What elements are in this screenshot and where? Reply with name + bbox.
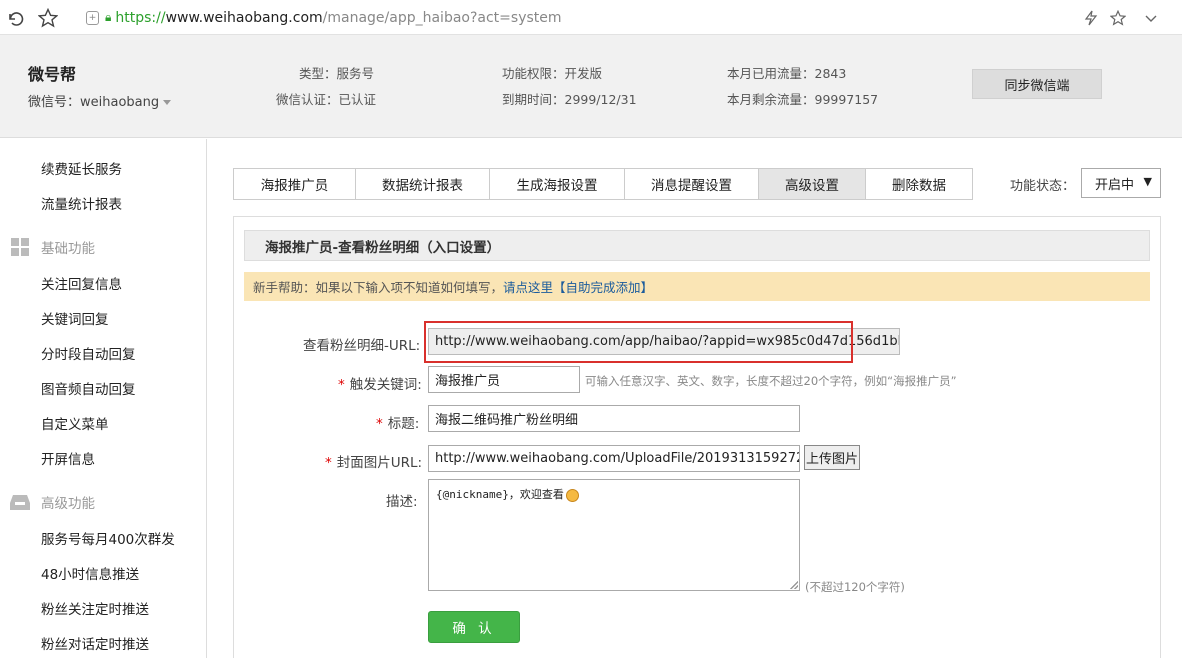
resize-handle-icon[interactable] <box>790 581 798 589</box>
sidebar-group-advanced: 高级功能 <box>10 492 95 512</box>
account-header: 微号帮 微信号：weihaobang 类型：服务号 微信认证：已认证 功能权限：… <box>0 35 1182 138</box>
tab-advanced-settings[interactable]: 高级设置 <box>759 169 866 199</box>
highlight-box <box>424 321 853 363</box>
sidebar-item-chat-push[interactable]: 粉丝对话定时推送 <box>41 633 149 653</box>
sidebar-item-mass-send[interactable]: 服务号每月400次群发 <box>41 528 175 548</box>
description-textarea[interactable]: {@nickname}，欢迎查看 <box>428 479 800 591</box>
cover-label: * 封面图片URL: <box>325 455 423 471</box>
tab-bar: 海报推广员 数据统计报表 生成海报设置 消息提醒设置 高级设置 删除数据 <box>233 168 973 200</box>
status-select[interactable]: 开启中 ▼ <box>1081 168 1161 198</box>
sidebar-item-traffic-report[interactable]: 流量统计报表 <box>41 193 122 213</box>
tab-statistics[interactable]: 数据统计报表 <box>356 169 490 199</box>
sidebar-item-48h-push[interactable]: 48小时信息推送 <box>41 563 139 583</box>
url-scheme: https:// <box>115 9 166 26</box>
account-name: 微号帮 <box>28 65 77 84</box>
sidebar-item-follow-reply[interactable]: 关注回复信息 <box>41 273 122 293</box>
sidebar-item-splash[interactable]: 开屏信息 <box>41 448 95 468</box>
star-icon[interactable] <box>37 7 59 29</box>
account-type: 类型：服务号 <box>299 66 375 81</box>
lock-icon: 🔒︎ <box>105 10 112 24</box>
cover-url-input[interactable]: http://www.weihaobang.com/UploadFile/201… <box>428 445 800 472</box>
dropdown-arrow-icon: ▼ <box>1143 175 1152 188</box>
wechat-id: 微信号：weihaobang <box>28 95 160 110</box>
url-path: /manage/app_haibao?act=system <box>322 9 562 26</box>
url-label: 查看粉丝明细-URL: <box>303 338 421 354</box>
keyword-input[interactable]: 海报推广员 <box>428 366 580 393</box>
sidebar-item-media-reply[interactable]: 图音频自动回复 <box>41 378 136 398</box>
back-icon[interactable] <box>4 7 26 29</box>
desc-label: 描述: <box>386 494 418 510</box>
address-bar[interactable]: + 🔒︎ https://www.weihaobang.com/manage/a… <box>86 0 562 35</box>
title-label: * 标题: <box>376 416 420 432</box>
keyword-hint: 可输入任意汉字、英文、数字，长度不超过20个字符，例如“海报推广员” <box>585 374 957 388</box>
status-label: 功能状态： <box>1010 179 1076 194</box>
sidebar-group-label: 高级功能 <box>41 496 95 512</box>
url-domain: www.weihaobang.com <box>165 9 323 26</box>
desc-hint: (不超过120个字符) <box>805 580 905 594</box>
account-expire: 到期时间：2999/12/31 <box>502 92 637 107</box>
used-traffic: 本月已用流量：2843 <box>727 66 847 81</box>
help-link[interactable]: 请点这里【自助完成添加】 <box>503 277 653 296</box>
keyword-label: * 触发关键词: <box>338 377 422 393</box>
shield-icon[interactable]: + <box>86 10 99 25</box>
sidebar-item-custom-menu[interactable]: 自定义菜单 <box>41 413 109 433</box>
confirm-button[interactable]: 确 认 <box>428 611 520 643</box>
sync-wechat-button[interactable]: 同步微信端 <box>972 69 1102 99</box>
wechat-id-dropdown[interactable]: 微信号：weihaobang <box>28 91 172 110</box>
caret-down-icon <box>163 100 172 105</box>
sidebar-group-label: 基础功能 <box>41 241 95 257</box>
grid-icon <box>11 238 29 256</box>
browser-toolbar: + 🔒︎ https://www.weihaobang.com/manage/a… <box>0 0 1182 35</box>
sidebar-item-timed-reply[interactable]: 分时段自动回复 <box>41 343 136 363</box>
description-text: {@nickname}，欢迎查看 <box>436 488 564 501</box>
sidebar-group-basic: 基础功能 <box>10 237 95 257</box>
lightning-icon[interactable] <box>1080 7 1102 29</box>
upload-image-button[interactable]: 上传图片 <box>804 445 860 470</box>
panel-title: 海报推广员-查看粉丝明细（入口设置） <box>244 230 1150 261</box>
remaining-traffic: 本月剩余流量：99997157 <box>727 92 879 107</box>
tab-promoter[interactable]: 海报推广员 <box>234 169 356 199</box>
chevron-down-icon[interactable] <box>1140 7 1162 29</box>
help-notice: 新手帮助：如果以下输入项不知道如何填写， 请点这里【自助完成添加】 <box>244 272 1150 301</box>
account-verify: 微信认证：已认证 <box>276 92 377 107</box>
sidebar-item-follow-push[interactable]: 粉丝关注定时推送 <box>41 598 149 618</box>
tab-poster-settings[interactable]: 生成海报设置 <box>490 169 625 199</box>
inbox-icon <box>10 495 30 510</box>
sidebar: 续费延长服务 流量统计报表 基础功能 关注回复信息 关键词回复 分时段自动回复 … <box>0 139 207 658</box>
emoji-icon <box>565 488 579 502</box>
sidebar-item-renew[interactable]: 续费延长服务 <box>41 158 122 178</box>
tab-delete-data[interactable]: 删除数据 <box>866 169 972 199</box>
tab-notify-settings[interactable]: 消息提醒设置 <box>625 169 759 199</box>
bookmark-star-icon[interactable] <box>1107 7 1129 29</box>
notice-text: 新手帮助：如果以下输入项不知道如何填写， <box>253 280 504 295</box>
account-permission: 功能权限：开发版 <box>502 66 603 81</box>
title-input[interactable]: 海报二维码推广粉丝明细 <box>428 405 800 432</box>
status-value: 开启中 <box>1095 177 1135 193</box>
sidebar-item-keyword-reply[interactable]: 关键词回复 <box>41 308 109 328</box>
